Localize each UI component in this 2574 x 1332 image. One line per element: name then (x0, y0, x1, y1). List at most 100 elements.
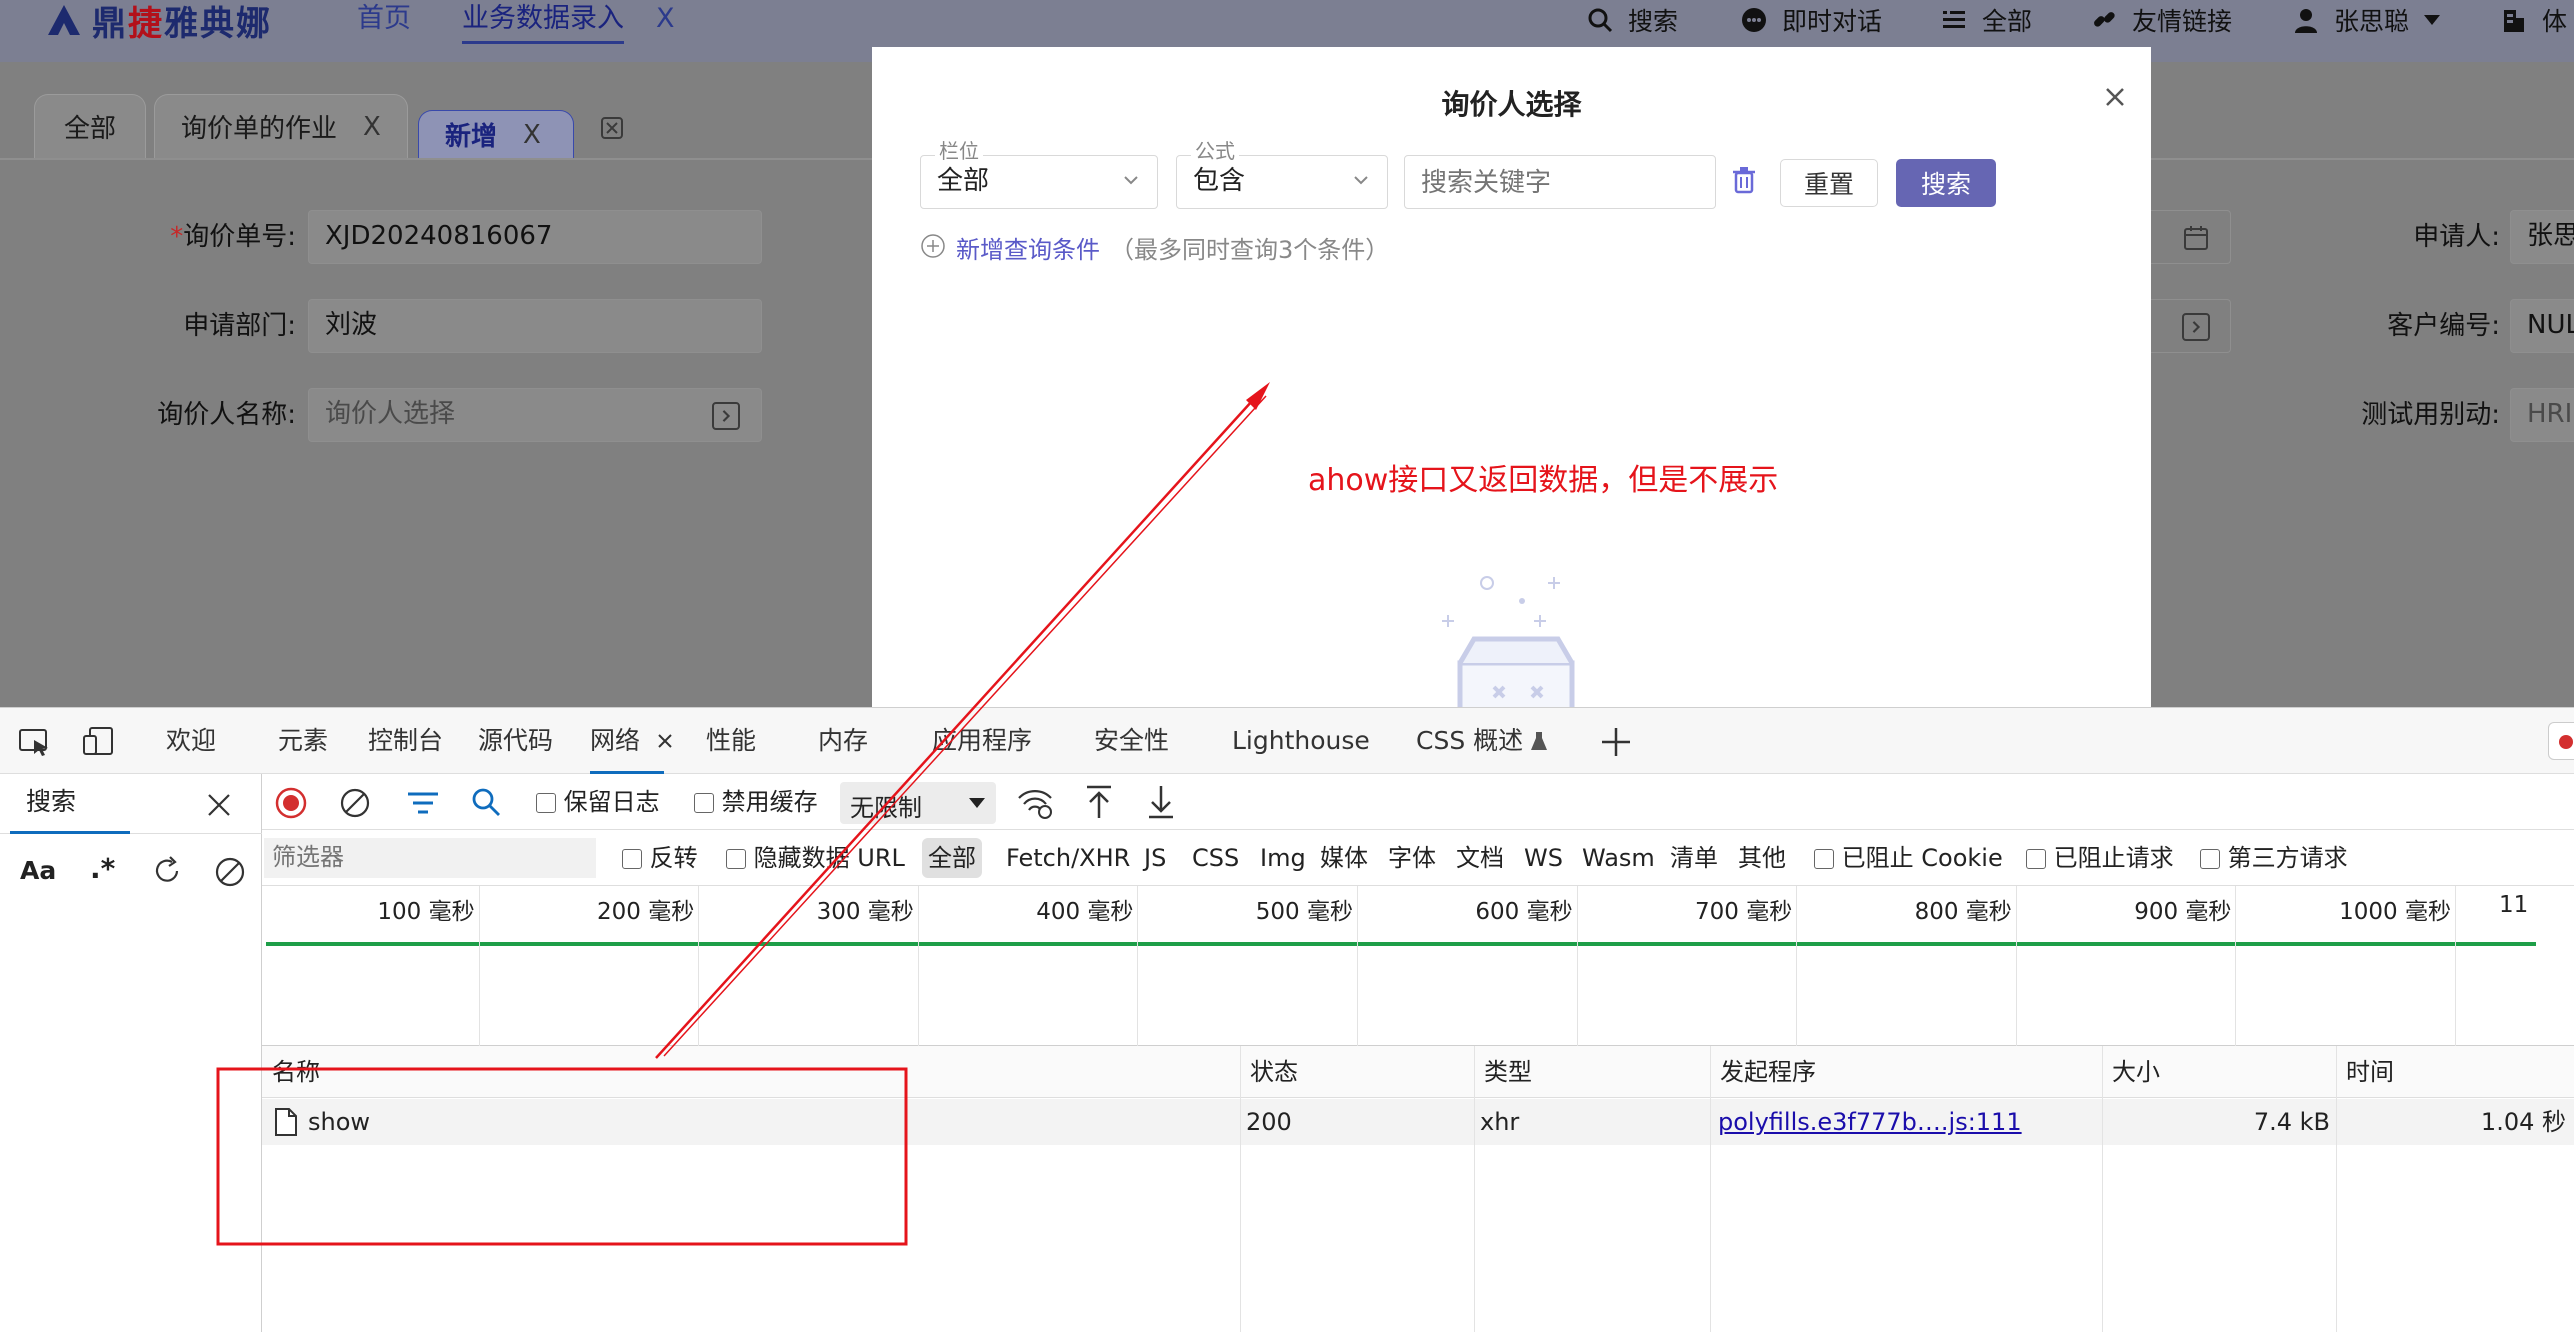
col-type[interactable]: 类型 (1474, 1046, 1532, 1098)
nav-data-entry-link[interactable]: 业务数据录入 (462, 0, 624, 44)
clear-icon[interactable] (214, 856, 246, 888)
devtools-tab-css-overview[interactable]: CSS 概述 (1416, 708, 1523, 774)
tab-all[interactable]: 全部 (34, 94, 146, 158)
hide-data-urls-checkbox[interactable] (726, 849, 746, 869)
issues-badge[interactable] (2548, 722, 2574, 760)
search-pane-tab[interactable]: 搜索 (10, 774, 130, 834)
close-icon[interactable] (2097, 79, 2133, 115)
devtools-tab-lighthouse[interactable]: Lighthouse (1232, 708, 1370, 774)
inquirer-picker-icon[interactable] (712, 402, 740, 430)
nav-links[interactable]: 友情链接 (2090, 0, 2232, 40)
picker-icon[interactable] (2182, 313, 2210, 341)
reset-button[interactable]: 重置 (1780, 159, 1878, 207)
table-row[interactable]: show 200 xhr polyfills.e3f777b….js:111 7… (262, 1099, 2574, 1145)
nav-data-entry-close[interactable]: X (656, 0, 675, 40)
devtools-tab-elements[interactable]: 元素 (278, 708, 328, 774)
tab-new-close[interactable]: X (523, 120, 541, 150)
tab-inquiry-jobs-close[interactable]: X (363, 112, 381, 142)
filter-type-font[interactable]: 字体 (1388, 830, 1436, 886)
devtools-tab-welcome[interactable]: 欢迎 (166, 708, 216, 774)
row-initiator-link[interactable]: polyfills.e3f777b….js:111 (1718, 1099, 2022, 1145)
inspect-element-icon[interactable] (18, 728, 52, 756)
export-har-icon[interactable] (1146, 784, 1176, 820)
timeline-grid-line (1137, 886, 1139, 1046)
search-icon[interactable] (470, 786, 502, 818)
filter-type-fetch-xhr[interactable]: Fetch/XHR (1006, 830, 1130, 886)
filter-type-ws[interactable]: WS (1524, 830, 1563, 886)
date-field-edge[interactable] (2151, 210, 2231, 264)
blocked-cookies-checkbox[interactable] (1814, 849, 1834, 869)
col-initiator[interactable]: 发起程序 (1710, 1046, 1816, 1098)
refresh-icon[interactable] (150, 854, 184, 888)
nav-more[interactable]: 体 (2500, 0, 2567, 40)
devtools-panel: 欢迎 元素 控制台 源代码 网络 性能 内存 应用程序 安全性 Lighthou… (0, 707, 2574, 1332)
formula-select[interactable]: 公式 包含 (1176, 140, 1388, 209)
disable-cache-option[interactable]: 禁用缓存 (694, 774, 818, 830)
tab-new[interactable]: 新增 X (418, 110, 574, 158)
blocked-cookies-option[interactable]: 已阻止 Cookie (1814, 830, 2003, 886)
blocked-requests-option[interactable]: 已阻止请求 (2026, 830, 2174, 886)
col-size[interactable]: 大小 (2102, 1046, 2160, 1098)
nav-chat[interactable]: 即时对话 (1740, 0, 1882, 40)
filter-type-doc[interactable]: 文档 (1456, 830, 1504, 886)
test-field[interactable]: HRI (2510, 388, 2574, 442)
inquirer-field[interactable]: 询价人选择 (308, 388, 762, 442)
preserve-log-checkbox[interactable] (536, 793, 556, 813)
third-party-option[interactable]: 第三方请求 (2200, 830, 2348, 886)
devtools-tab-security[interactable]: 安全性 (1094, 708, 1169, 774)
third-party-checkbox[interactable] (2200, 849, 2220, 869)
filter-type-css[interactable]: CSS (1192, 830, 1239, 886)
invert-option[interactable]: 反转 (622, 830, 698, 886)
regex-toggle[interactable]: .* (90, 852, 115, 885)
filter-type-js[interactable]: JS (1144, 830, 1166, 886)
network-filter-input[interactable] (264, 838, 596, 878)
devtools-tab-memory[interactable]: 内存 (818, 708, 868, 774)
devtools-tab-console[interactable]: 控制台 (368, 708, 443, 774)
add-circle-icon[interactable] (920, 233, 946, 259)
devtools-tab-sources[interactable]: 源代码 (478, 708, 553, 774)
add-tab-icon[interactable] (1600, 726, 1632, 758)
col-status[interactable]: 状态 (1240, 1046, 1298, 1098)
nav-search[interactable]: 搜索 (1586, 0, 1678, 40)
trash-icon[interactable] (1730, 165, 1758, 195)
filter-type-other[interactable]: 其他 (1738, 830, 1786, 886)
record-stop-icon[interactable] (274, 786, 308, 820)
close-icon[interactable] (656, 732, 674, 750)
devtools-tab-network[interactable]: 网络 (590, 708, 664, 774)
disable-cache-checkbox[interactable] (694, 793, 714, 813)
preserve-log-option[interactable]: 保留日志 (536, 774, 660, 830)
filter-type-media[interactable]: 媒体 (1320, 830, 1368, 886)
nav-all[interactable]: 全部 (1940, 0, 2032, 40)
filter-icon[interactable] (406, 788, 440, 818)
field-select[interactable]: 栏位 全部 (920, 140, 1158, 209)
search-button[interactable]: 搜索 (1896, 159, 1996, 207)
customer-no-field[interactable]: NUL (2510, 299, 2574, 353)
hide-data-urls-option[interactable]: 隐藏数据 URL (726, 830, 905, 886)
network-conditions-icon[interactable] (1016, 786, 1054, 820)
device-emulation-icon[interactable] (82, 726, 116, 758)
filter-type-wasm[interactable]: Wasm (1582, 830, 1655, 886)
close-icon[interactable] (206, 792, 232, 818)
inquiry-no-field[interactable]: XJD20240816067 (308, 210, 762, 264)
throttle-select[interactable]: 无限制 (840, 782, 996, 824)
col-time[interactable]: 时间 (2336, 1046, 2394, 1098)
nav-user-menu[interactable]: 张思聪 (2292, 0, 2441, 40)
invert-checkbox[interactable] (622, 849, 642, 869)
close-all-tabs-icon[interactable] (600, 116, 624, 140)
keyword-search-input[interactable] (1404, 155, 1716, 209)
import-har-icon[interactable] (1084, 784, 1114, 820)
applicant-field[interactable]: 张思 (2510, 210, 2574, 264)
nav-home-link[interactable]: 首页 (357, 0, 411, 40)
filter-type-all[interactable]: 全部 (922, 838, 982, 878)
filter-type-img[interactable]: Img (1260, 830, 1306, 886)
dept-field[interactable]: 刘波 (308, 299, 762, 353)
devtools-tab-performance[interactable]: 性能 (706, 708, 756, 774)
tab-inquiry-jobs[interactable]: 询价单的作业 X (154, 94, 408, 158)
devtools-tab-application[interactable]: 应用程序 (932, 708, 1032, 774)
blocked-requests-checkbox[interactable] (2026, 849, 2046, 869)
clear-log-icon[interactable] (338, 786, 372, 820)
filter-type-manifest[interactable]: 清单 (1670, 830, 1718, 886)
col-name[interactable]: 名称 (262, 1046, 320, 1098)
match-case-toggle[interactable]: Aa (20, 856, 56, 885)
add-condition-link[interactable]: 新增查询条件 (956, 230, 1100, 265)
